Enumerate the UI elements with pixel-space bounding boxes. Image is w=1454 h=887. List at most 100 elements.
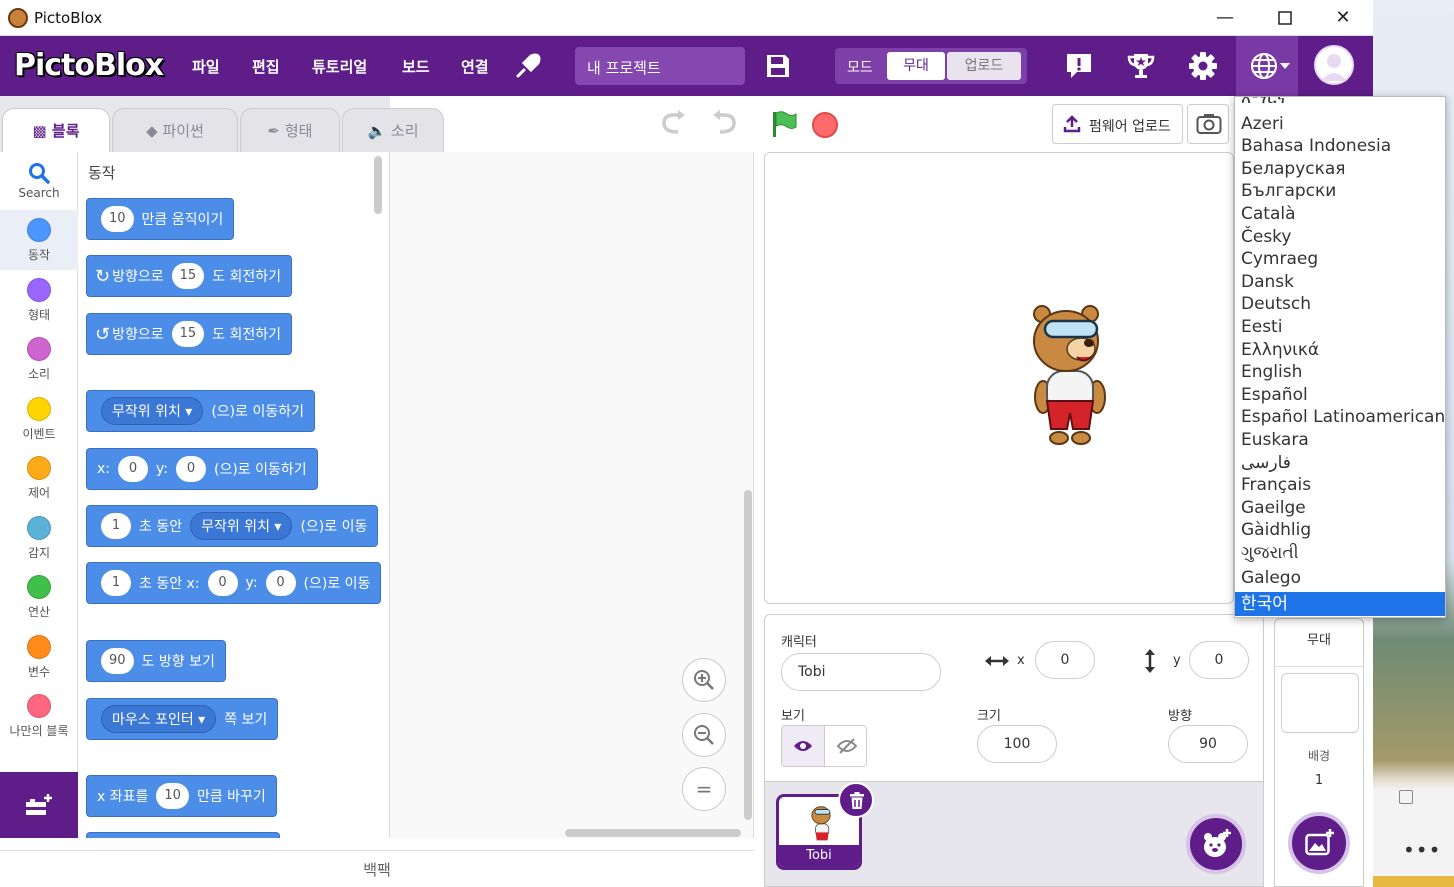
close-button[interactable]: ✕ <box>1320 4 1366 32</box>
pictoblox-logo[interactable]: PictoBlox <box>14 48 164 83</box>
block-input[interactable]: 1 <box>101 513 131 539</box>
language-option[interactable]: Cymraeg <box>1235 248 1445 271</box>
backpack[interactable]: 백팩 <box>0 850 754 887</box>
block-move-steps[interactable]: 10 만큼 움직이기 <box>86 198 235 240</box>
tab-costumes[interactable]: ✒ 형태 <box>240 108 340 152</box>
zoom-out-button[interactable] <box>682 713 726 757</box>
block-input[interactable]: 0 <box>207 570 238 596</box>
language-option[interactable]: Español <box>1235 384 1445 407</box>
sprite-name-input[interactable]: Tobi <box>781 653 941 691</box>
block-input[interactable]: 15 <box>171 321 205 347</box>
block-glide-to-xy[interactable]: 1 초 동안 x: 0 y: 0 (으)로 이동 <box>86 562 382 604</box>
block-point-towards[interactable]: 마우스 포인터 ▾ 쪽 보기 <box>86 698 279 740</box>
user-avatar[interactable] <box>1314 45 1354 85</box>
block-go-to-xy[interactable]: x: 0 y: 0 (으)로 이동하기 <box>86 448 318 490</box>
block-input[interactable]: 1 <box>101 570 131 596</box>
language-option[interactable]: Eesti <box>1235 316 1445 339</box>
block-turn-left[interactable]: ↺ 방향으로 15 도 회전하기 <box>86 313 293 355</box>
settings-gear-icon[interactable] <box>1187 50 1219 82</box>
workspace-scrollbar-horizontal[interactable] <box>565 829 741 837</box>
category-control[interactable]: 제어 <box>0 448 78 508</box>
block-dropdown[interactable]: 무작위 위치 ▾ <box>190 512 293 540</box>
block-partial[interactable] <box>86 832 280 838</box>
language-option[interactable]: Azeri <box>1235 113 1445 136</box>
block-input[interactable]: 0 <box>265 570 296 596</box>
minimize-button[interactable]: — <box>1202 4 1248 32</box>
language-option[interactable]: Беларуская <box>1235 158 1445 181</box>
block-dropdown[interactable]: 마우스 포인터 ▾ <box>101 705 217 733</box>
block-dropdown[interactable]: 무작위 위치 ▾ <box>101 397 204 425</box>
x-position-input[interactable]: 0 <box>1035 641 1095 679</box>
language-option[interactable]: Dansk <box>1235 271 1445 294</box>
category-my-blocks[interactable]: 나만의 블록 <box>0 686 78 746</box>
language-option[interactable]: Česky <box>1235 226 1445 249</box>
language-option[interactable]: Español Latinoamericano <box>1235 406 1445 429</box>
language-option[interactable]: Euskara <box>1235 429 1445 452</box>
category-sound[interactable]: 소리 <box>0 329 78 389</box>
tobi-sprite[interactable] <box>1017 301 1115 449</box>
trophy-icon[interactable] <box>1125 50 1157 82</box>
workspace-scrollbar-vertical[interactable] <box>744 490 752 820</box>
block-input[interactable]: 0 <box>118 456 149 482</box>
block-change-x[interactable]: x 좌표를 10 만큼 바꾸기 <box>86 775 277 817</box>
checkbox-icon[interactable] <box>1399 790 1413 804</box>
block-input[interactable]: 0 <box>176 456 206 482</box>
language-option[interactable]: Gàidhlig <box>1235 519 1445 542</box>
mode-upload-button[interactable]: 업로드 <box>947 52 1021 80</box>
show-button[interactable] <box>782 726 825 766</box>
redo-icon[interactable] <box>662 110 685 134</box>
category-looks[interactable]: 형태 <box>0 270 78 330</box>
stage-canvas[interactable] <box>764 152 1234 604</box>
project-name-input[interactable]: 내 프로젝트 <box>575 47 745 85</box>
language-option[interactable]: Galego <box>1235 567 1445 590</box>
block-input[interactable]: 90 <box>101 648 134 674</box>
language-option[interactable]: فارسی <box>1235 452 1445 475</box>
menu-board[interactable]: 보드 <box>402 56 430 77</box>
language-option[interactable]: Bahasa Indonesia <box>1235 135 1445 158</box>
language-option[interactable]: Български <box>1235 180 1445 203</box>
save-icon[interactable] <box>764 52 792 80</box>
menu-connect[interactable]: 연결 <box>461 56 489 77</box>
block-go-to[interactable]: 무작위 위치 ▾ (으)로 이동하기 <box>86 390 315 432</box>
category-variables[interactable]: 변수 <box>0 627 78 687</box>
language-option[interactable]: Deutsch <box>1235 293 1445 316</box>
maximize-button[interactable] <box>1262 4 1308 32</box>
green-flag-icon[interactable] <box>770 110 798 138</box>
hide-button[interactable] <box>825 726 866 766</box>
stop-icon[interactable] <box>812 112 838 138</box>
language-option[interactable]: Ελληνικά <box>1235 339 1445 362</box>
zoom-reset-button[interactable]: = <box>682 767 726 811</box>
add-sprite-button[interactable] <box>1186 814 1246 874</box>
language-button[interactable] <box>1236 36 1298 96</box>
category-search[interactable]: Search <box>0 152 78 212</box>
language-option[interactable]: Català <box>1235 203 1445 226</box>
block-input[interactable]: 10 <box>101 206 134 232</box>
language-option[interactable]: Français <box>1235 474 1445 497</box>
language-option[interactable]: Gaeilge <box>1235 497 1445 520</box>
block-input[interactable]: 15 <box>171 263 205 289</box>
mode-stage-button[interactable]: 무대 <box>887 52 945 80</box>
tab-blocks[interactable]: ▩ 블록 <box>2 108 110 152</box>
size-input[interactable]: 100 <box>977 725 1057 763</box>
add-backdrop-button[interactable] <box>1288 812 1350 874</box>
delete-sprite-button[interactable] <box>838 782 874 818</box>
palette-scrollbar[interactable] <box>374 156 382 214</box>
language-option[interactable]: አማርኛ <box>1235 97 1445 110</box>
language-option[interactable]: ગુજરાતી <box>1235 542 1445 565</box>
screenshot-button[interactable] <box>1187 104 1229 144</box>
category-operators[interactable]: 연산 <box>0 567 78 627</box>
category-events[interactable]: 이벤트 <box>0 389 78 449</box>
feedback-icon[interactable] <box>1063 50 1095 82</box>
language-option-selected[interactable]: 한국어 <box>1235 592 1445 616</box>
language-option[interactable]: English <box>1235 361 1445 384</box>
menu-file[interactable]: 파일 <box>192 56 220 77</box>
category-motion[interactable]: 동작 <box>0 210 78 270</box>
block-turn-right[interactable]: ↻ 방향으로 15 도 회전하기 <box>86 255 293 297</box>
more-options-icon[interactable]: ••• <box>1403 838 1441 862</box>
menu-edit[interactable]: 편집 <box>252 56 280 77</box>
y-position-input[interactable]: 0 <box>1189 641 1249 679</box>
menu-tutorials[interactable]: 튜토리얼 <box>312 56 367 77</box>
category-sensing[interactable]: 감지 <box>0 508 78 568</box>
block-glide-to[interactable]: 1 초 동안 무작위 위치 ▾ (으)로 이동 <box>86 505 379 547</box>
direction-input[interactable]: 90 <box>1168 725 1248 763</box>
